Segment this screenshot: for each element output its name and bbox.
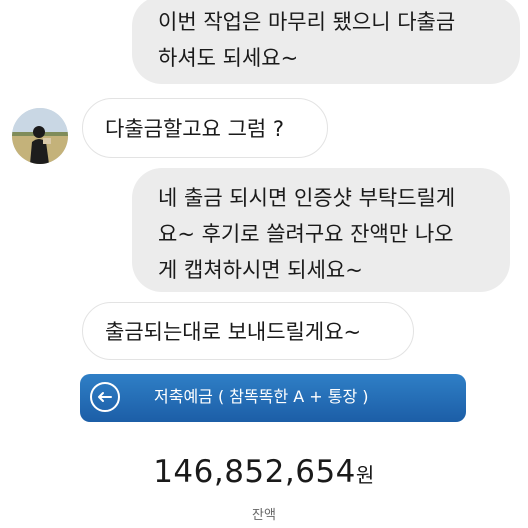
balance-value: 146,852,654: [153, 454, 356, 490]
back-arrow-icon: [98, 392, 112, 402]
message-bubble-sent-1: 이번 작업은 마무리 됐으니 다출금 하셔도 되세요~: [132, 0, 520, 84]
back-button[interactable]: [90, 382, 120, 412]
message-text: 요~ 후기로 쓸려구요 잔액만 나오: [158, 222, 454, 246]
avatar[interactable]: [12, 108, 68, 164]
message-text: 출금되는대로 보내드릴게요~: [105, 320, 362, 344]
account-title: 저축예금 ( 참똑똑한 A + 통장 ): [154, 387, 369, 406]
message-text: 이번 작업은 마무리 됐으니 다출금: [158, 10, 456, 34]
message-text: 네 출금 되시면 인증샷 부탁드릴게: [158, 186, 456, 210]
message-bubble-sent-2: 네 출금 되시면 인증샷 부탁드릴게 요~ 후기로 쓸려구요 잔액만 나오 게 …: [132, 168, 510, 292]
message-text: 하셔도 되세요~: [158, 46, 299, 70]
balance-amount: 146,852,654원: [0, 452, 528, 495]
message-text: 게 캡쳐하시면 되세요~: [158, 258, 363, 282]
bank-account-header: 저축예금 ( 참똑똑한 A + 통장 ): [80, 374, 466, 422]
profile-photo-icon: [12, 108, 68, 164]
balance-unit: 원: [355, 463, 375, 487]
message-text: 다출금할고요 그럼 ?: [105, 117, 285, 141]
message-bubble-received-2: 출금되는대로 보내드릴게요~: [82, 302, 414, 360]
message-bubble-received-1: 다출금할고요 그럼 ?: [82, 98, 328, 158]
balance-label: 잔액: [252, 508, 276, 523]
screenshot: 이번 작업은 마무리 됐으니 다출금 하셔도 되세요~ 다출금할고요 그럼 ? …: [0, 0, 528, 528]
